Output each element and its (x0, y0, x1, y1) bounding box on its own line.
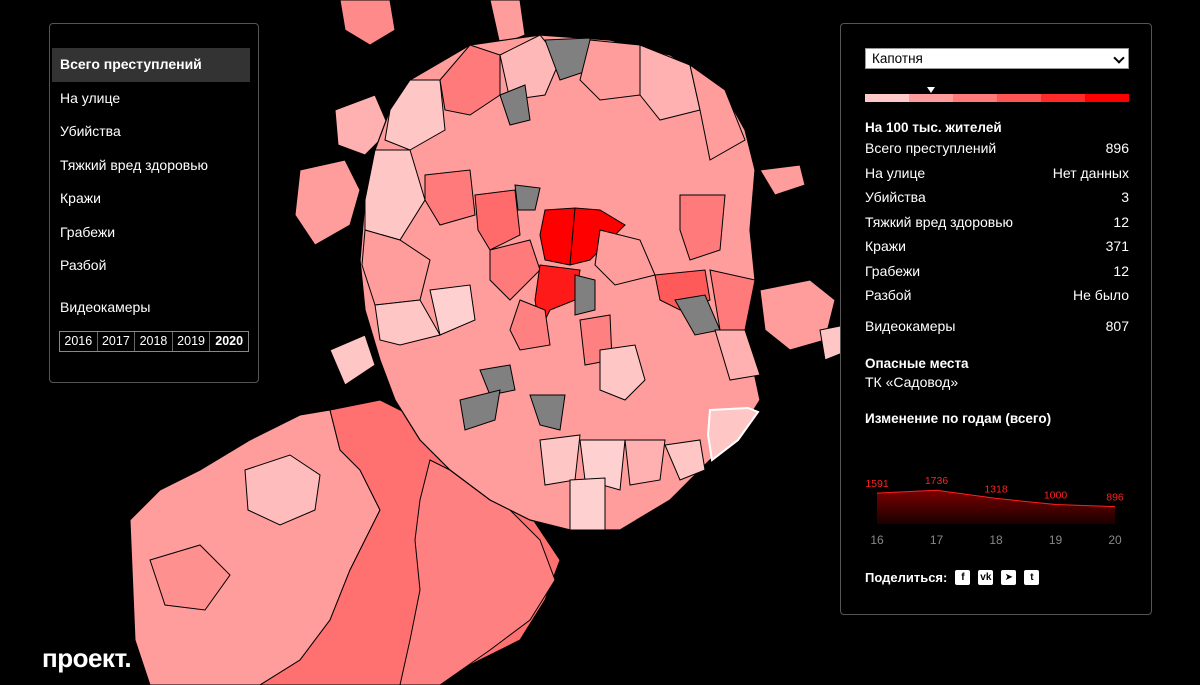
stat-value: 896 (1105, 140, 1129, 156)
stat-label: Тяжкий вред здоровью (865, 213, 1013, 230)
stat-label: Грабежи (865, 262, 921, 279)
district-east-exclave[interactable] (759, 164, 806, 196)
district-details-panel: Капотня На 100 тыс. жителей Всего престу… (840, 23, 1152, 615)
menu-item-grievous-harm[interactable]: Тяжкий вред здоровью (52, 149, 250, 183)
dangerous-place: ТК «Садовод» (865, 374, 1129, 390)
spark-value-label: 1318 (984, 483, 1008, 495)
spark-value-label: 1591 (865, 478, 889, 490)
stat-value: 3 (1121, 189, 1129, 205)
spark-value-label: 896 (1106, 492, 1124, 504)
scale-step (953, 94, 997, 102)
district-c-grey-2[interactable] (574, 274, 596, 316)
scale-step (909, 94, 953, 102)
spark-x-label: 20 (1108, 533, 1122, 547)
cameras-row: Видеокамеры 807 (865, 318, 1129, 334)
district-west-small[interactable] (329, 334, 376, 386)
district-e-1[interactable] (679, 194, 726, 261)
district-c-grey-1[interactable] (514, 184, 541, 211)
logo: проект. (42, 643, 132, 673)
menu-item-theft[interactable]: Кражи (52, 182, 250, 216)
scale-marker-icon (927, 87, 935, 93)
stat-value: 12 (1113, 262, 1129, 279)
district-center-1[interactable] (539, 207, 576, 266)
scale-step (1085, 94, 1129, 102)
color-scale (865, 94, 1129, 102)
stat-value: Нет данных (1052, 164, 1129, 181)
menu-item-street[interactable]: На улице (52, 82, 250, 116)
vk-icon[interactable]: vk (978, 570, 994, 585)
stat-row: Грабежи 12 (865, 263, 1129, 279)
yearly-change-chart: 1591 16 1736 17 1318 18 1000 19 896 20 (865, 475, 1124, 547)
menu-item-murders[interactable]: Убийства (52, 115, 250, 149)
menu-item-total[interactable]: Всего преступлений (52, 48, 250, 82)
year-2017[interactable]: 2017 (98, 332, 136, 351)
stat-row: На улице Нет данных (865, 165, 1129, 181)
stat-row: Разбой Не было (865, 287, 1129, 303)
per-capita-title: На 100 тыс. жителей (865, 120, 1002, 135)
stat-row: Тяжкий вред здоровью 12 (865, 214, 1129, 230)
stat-row: Кражи 371 (865, 238, 1129, 254)
district-se-1[interactable] (624, 439, 666, 486)
dangerous-title: Опасные места (865, 356, 969, 371)
district-select[interactable]: Капотня (865, 48, 1129, 69)
stat-label: На улице (865, 164, 926, 181)
telegram-icon[interactable]: ➤ (1001, 570, 1017, 585)
year-2020[interactable]: 2020 (210, 332, 248, 351)
menu-item-robbery[interactable]: Грабежи (52, 216, 250, 250)
year-2016[interactable]: 2016 (60, 332, 98, 351)
cameras-value: 807 (1105, 318, 1129, 334)
district-s-6[interactable] (569, 477, 606, 531)
spark-x-label: 18 (989, 533, 1003, 547)
dangerous-place-name: ТК «Садовод» (865, 374, 959, 390)
district-west-exclave[interactable] (294, 159, 361, 246)
district-north-exclave-1[interactable] (339, 0, 396, 46)
share-bar: Поделиться: f vk ➤ t (865, 570, 1047, 585)
stat-value: 12 (1113, 213, 1129, 230)
stat-value: Не было (1073, 287, 1129, 303)
share-label: Поделиться: (865, 570, 948, 585)
chevron-down-icon (1113, 52, 1125, 64)
year-selector: 2016 2017 2018 2019 2020 (59, 331, 249, 352)
facebook-icon[interactable]: f (955, 570, 971, 585)
crime-type-panel: Всего преступлений На улице Убийства Тяж… (49, 23, 259, 383)
district-select-value: Капотня (872, 51, 923, 66)
scale-step (865, 94, 909, 102)
district-s-4[interactable] (539, 434, 581, 486)
menu-item-assault[interactable]: Разбой (52, 249, 250, 283)
spark-x-label: 16 (870, 533, 884, 547)
menu-item-cameras[interactable]: Видеокамеры (52, 291, 250, 325)
year-2019[interactable]: 2019 (173, 332, 211, 351)
stat-label: Кражи (865, 238, 906, 254)
scale-step (1041, 94, 1085, 102)
stat-label: Всего преступлений (865, 140, 997, 156)
stat-row: Всего преступлений 896 (865, 140, 1129, 156)
spark-value-label: 1736 (925, 475, 949, 487)
stat-row: Убийства 3 (865, 189, 1129, 205)
scale-step (997, 94, 1041, 102)
twitter-icon[interactable]: t (1024, 570, 1040, 585)
spark-x-label: 19 (1049, 533, 1063, 547)
stat-label: Убийства (865, 189, 926, 205)
stat-value: 371 (1105, 238, 1129, 254)
stat-label: Разбой (865, 287, 912, 303)
spark-x-label: 17 (930, 533, 944, 547)
spark-value-label: 1000 (1044, 490, 1068, 502)
cameras-label: Видеокамеры (865, 318, 956, 334)
district-kapotnya[interactable] (706, 406, 760, 462)
year-2018[interactable]: 2018 (135, 332, 173, 351)
change-title: Изменение по годам (всего) (865, 411, 1052, 426)
